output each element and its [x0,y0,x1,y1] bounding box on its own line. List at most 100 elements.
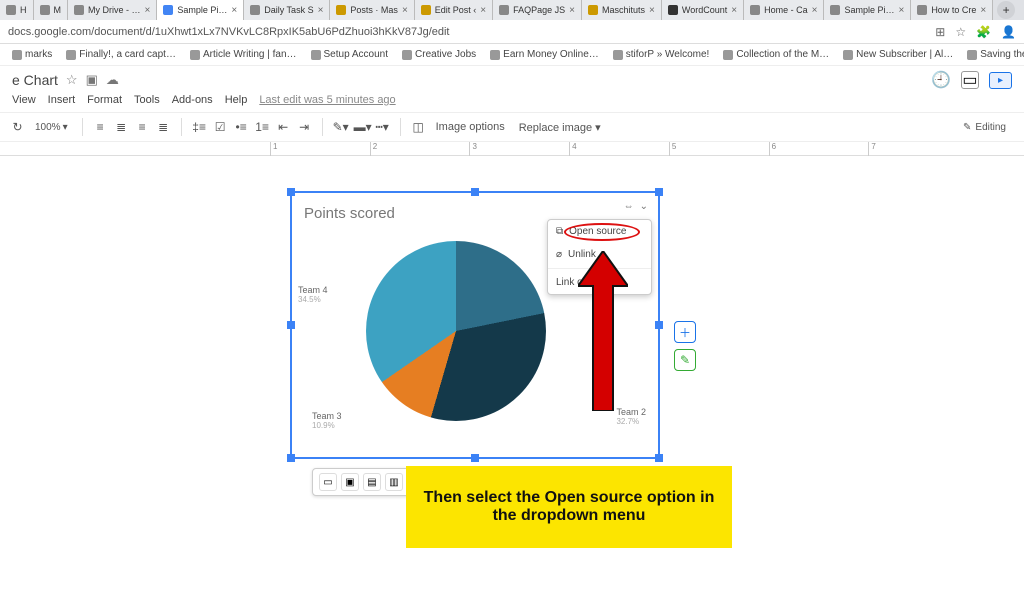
tab[interactable]: M [34,0,69,20]
url-text[interactable]: docs.google.com/document/d/1uXhwt1xLx7NV… [8,26,927,38]
tab[interactable]: Maschituts× [582,0,662,20]
numbered-list-icon[interactable]: 1≡ [255,120,270,135]
puzzle-icon[interactable]: 🧩 [976,25,991,39]
align-right-icon[interactable]: ≡ [135,120,150,135]
bookmark[interactable]: Creative Jobs [398,49,480,60]
close-icon[interactable]: × [649,5,655,16]
tab[interactable]: Posts · Mas× [330,0,414,20]
line-spacing-icon[interactable]: ‡≡ [192,120,207,135]
crop-icon[interactable]: ◫ [411,120,426,135]
bookmark[interactable]: Saving the Hero (a… [963,49,1024,60]
close-icon[interactable]: × [898,5,904,16]
chevron-down-icon[interactable]: ⌄ [640,201,648,212]
align-justify-icon[interactable]: ≣ [156,120,171,135]
tab-active[interactable]: Sample Pi…× [157,0,244,20]
chart-label-team4: Team 434.5% [298,285,328,304]
open-source-option[interactable]: ⧉Open source [548,220,651,243]
menu-view[interactable]: View [12,94,36,106]
tab[interactable]: H [0,0,34,20]
editing-mode[interactable]: ✎Editing [955,120,1014,135]
bookmark[interactable]: marks [8,49,56,60]
resize-handle[interactable] [287,188,295,196]
close-icon[interactable]: × [812,5,818,16]
border-color-icon[interactable]: ✎▾ [333,120,348,135]
toolbar: ↻ 100% ▾ ≡ ≣ ≡ ≣ ‡≡ ☑ •≡ 1≡ ⇤ ⇥ ✎▾ ▬▾ ┅▾… [0,112,1024,142]
star-icon[interactable]: ☆ [955,25,966,39]
close-icon[interactable]: × [231,5,237,16]
close-icon[interactable]: × [480,5,486,16]
suggest-edit-button[interactable]: ✎ [674,349,696,371]
bookmark[interactable]: Finally!, a card capt… [62,49,180,60]
bookmark[interactable]: Earn Money Online… [486,49,603,60]
tab[interactable]: Daily Task S× [244,0,330,20]
new-tab-button[interactable]: + [997,1,1015,19]
resize-handle[interactable] [471,454,479,462]
move-icon[interactable]: ▣ [86,72,98,88]
comment-history-icon[interactable]: 🕘 [931,70,951,90]
add-comment-button[interactable]: ＋ [674,321,696,343]
bookmarks-bar: marks Finally!, a card capt… Article Wri… [0,44,1024,66]
menu-insert[interactable]: Insert [48,94,76,106]
close-icon[interactable]: × [569,5,575,16]
indent-increase-icon[interactable]: ⇥ [297,120,312,135]
replace-image-button[interactable]: Replace image ▾ [515,121,605,134]
image-options-button[interactable]: Image options [432,121,509,133]
bookmark[interactable]: New Subscriber | Al… [839,49,957,60]
close-icon[interactable]: × [980,5,986,16]
bulleted-list-icon[interactable]: •≡ [234,120,249,135]
tab[interactable]: Edit Post ‹× [415,0,493,20]
break-button[interactable]: ▤ [363,473,381,491]
document-canvas[interactable]: Points scored ⇔⌄ Team 434.5% Team 310.9%… [0,156,1024,594]
checklist-icon[interactable]: ☑ [213,120,228,135]
menu-tools[interactable]: Tools [134,94,160,106]
present-button[interactable]: ▭ [961,71,979,89]
close-icon[interactable]: × [318,5,324,16]
inline-button[interactable]: ▭ [319,473,337,491]
close-icon[interactable]: × [402,5,408,16]
tab[interactable]: My Drive - …× [68,0,157,20]
redo-icon[interactable]: ↻ [10,120,25,135]
doc-title[interactable]: e Chart [12,72,58,88]
chart-link-chip[interactable]: ⇔⌄ [624,201,648,212]
bookmark[interactable]: stiforP » Welcome! [609,49,714,60]
menu-addons[interactable]: Add-ons [172,94,213,106]
chart-selection[interactable]: Points scored ⇔⌄ Team 434.5% Team 310.9%… [290,191,660,459]
resize-handle[interactable] [655,188,663,196]
behind-button[interactable]: ▥ [385,473,403,491]
indent-decrease-icon[interactable]: ⇤ [276,120,291,135]
align-left-icon[interactable]: ≡ [93,120,108,135]
tab[interactable]: FAQPage JS× [493,0,582,20]
cloud-icon[interactable]: ☁ [106,72,119,88]
tab[interactable]: Sample Pi…× [824,0,911,20]
bookmark[interactable]: Collection of the M… [719,49,833,60]
resize-handle[interactable] [655,321,663,329]
border-weight-icon[interactable]: ▬▾ [354,120,369,135]
border-dash-icon[interactable]: ┅▾ [375,120,390,135]
star-icon[interactable]: ☆ [66,72,78,88]
resize-handle[interactable] [287,454,295,462]
bookmark[interactable]: Article Writing | fan… [186,49,301,60]
last-edit-link[interactable]: Last edit was 5 minutes ago [259,94,395,106]
instruction-callout: Then select the Open source option in th… [406,466,732,548]
bookmark[interactable]: Setup Account [307,49,393,60]
share-button[interactable]: ▸ [989,72,1012,89]
chart-label-team3: Team 310.9% [312,411,342,430]
close-icon[interactable]: × [731,5,737,16]
menu-format[interactable]: Format [87,94,122,106]
resize-handle[interactable] [287,321,295,329]
zoom-select[interactable]: 100% ▾ [31,122,72,133]
resize-handle[interactable] [471,188,479,196]
menu-help[interactable]: Help [225,94,248,106]
profile-icon[interactable]: 👤 [1001,25,1016,39]
extension-icon[interactable]: ⊞ [935,25,945,39]
unlink-option[interactable]: ⌀Unlink [548,243,651,266]
wrap-button[interactable]: ▣ [341,473,359,491]
tab[interactable]: How to Cre× [911,0,993,20]
align-center-icon[interactable]: ≣ [114,120,129,135]
tab[interactable]: WordCount× [662,0,744,20]
close-icon[interactable]: × [145,5,151,16]
resize-handle[interactable] [655,454,663,462]
link-options-option[interactable]: Link options [548,271,651,294]
tab[interactable]: Home - Ca× [744,0,824,20]
open-icon: ⧉ [556,226,563,237]
